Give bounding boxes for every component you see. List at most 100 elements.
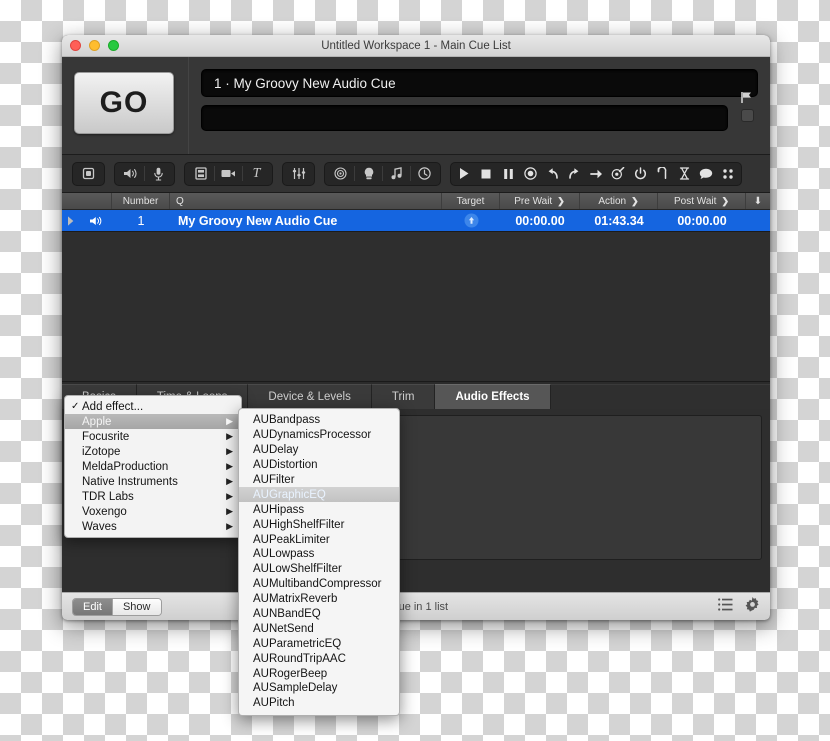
menu-item-aubandpass[interactable]: AUBandpass xyxy=(239,413,399,428)
col-header-number[interactable]: Number xyxy=(112,193,170,209)
row-post-wait: 00:00.00 xyxy=(677,213,727,228)
flag-column xyxy=(736,91,758,122)
row-cue-name: My Groovy New Audio Cue xyxy=(178,213,338,228)
menu-item-auparametriceq[interactable]: AUParametricEQ xyxy=(239,636,399,651)
row-continue xyxy=(746,210,770,231)
col-header-status[interactable] xyxy=(62,193,112,209)
record-button[interactable] xyxy=(519,163,541,185)
undo-button[interactable] xyxy=(541,163,563,185)
header-divider xyxy=(188,57,189,154)
menu-item-aulowpass[interactable]: AULowpass xyxy=(239,547,399,562)
col-header-post-wait-label: Post Wait xyxy=(674,195,717,207)
fade-cue-button[interactable] xyxy=(285,163,312,185)
play-button[interactable] xyxy=(453,163,475,185)
menu-item-add-effect[interactable]: ✓ Add effect... xyxy=(65,399,241,414)
target-cue-button[interactable] xyxy=(327,163,354,185)
menu-item-auhipass[interactable]: AUHipass xyxy=(239,502,399,517)
add-effect-menu[interactable]: ✓ Add effect... Apple ▶ Focusrite ▶ iZot… xyxy=(64,395,242,538)
checkmark-icon: ✓ xyxy=(71,401,80,412)
menu-item-meldaproduction[interactable]: MeldaProduction ▶ xyxy=(65,459,241,474)
cue-list-body[interactable]: 1 My Groovy New Audio Cue 00:00.00 01:43… xyxy=(62,210,770,381)
tab-device-levels[interactable]: Device & Levels xyxy=(248,384,372,409)
grid-button[interactable] xyxy=(717,163,739,185)
list-icon[interactable] xyxy=(718,597,733,616)
loop-button[interactable] xyxy=(651,163,673,185)
menu-item-tdr-labs[interactable]: TDR Labs ▶ xyxy=(65,489,241,504)
menu-item-aumatrixreverb[interactable]: AUMatrixReverb xyxy=(239,592,399,607)
row-pre-wait: 00:00.00 xyxy=(515,213,565,228)
menu-item-native-instruments[interactable]: Native Instruments ▶ xyxy=(65,474,241,489)
tab-audio-effects[interactable]: Audio Effects xyxy=(435,384,551,409)
menu-item-waves[interactable]: Waves ▶ xyxy=(65,519,241,534)
row-target-icon[interactable] xyxy=(442,210,500,231)
submenu-arrow-icon: ▶ xyxy=(226,521,233,531)
menu-item-auhighshelffilter[interactable]: AUHighShelfFilter xyxy=(239,517,399,532)
new-text-cue-button[interactable]: T xyxy=(243,163,270,185)
menu-item-izotope[interactable]: iZotope ▶ xyxy=(65,444,241,459)
col-header-target[interactable]: Target xyxy=(442,193,500,209)
midi-cue-button[interactable] xyxy=(383,163,410,185)
new-video-cue-button[interactable] xyxy=(187,163,214,185)
menu-item-voxengo[interactable]: Voxengo ▶ xyxy=(65,504,241,519)
wait-cue-button[interactable] xyxy=(411,163,438,185)
menu-item-audelay[interactable]: AUDelay xyxy=(239,443,399,458)
new-mic-cue-button[interactable] xyxy=(145,163,172,185)
main-toolbar: T xyxy=(62,155,770,193)
toolbar-group-levels xyxy=(282,161,315,186)
new-camera-cue-button[interactable] xyxy=(215,163,242,185)
flag-toggle-button[interactable] xyxy=(740,108,754,122)
menu-item-focusrite[interactable]: Focusrite ▶ xyxy=(65,429,241,444)
menu-item-aumultibandcompressor[interactable]: AUMultibandCompressor xyxy=(239,577,399,592)
power-button[interactable] xyxy=(629,163,651,185)
menu-item-apple[interactable]: Apple ▶ xyxy=(65,414,241,429)
menu-item-aurogerbeep[interactable]: AURogerBeep xyxy=(239,666,399,681)
stop-button[interactable] xyxy=(475,163,497,185)
new-audio-cue-button[interactable] xyxy=(117,163,144,185)
chevron-right-icon: ❯ xyxy=(557,195,565,206)
menu-item-aulowshelffilter[interactable]: AULowShelfFilter xyxy=(239,562,399,577)
menu-item-augraphiceq[interactable]: AUGraphicEQ xyxy=(239,487,399,503)
goto-button[interactable] xyxy=(585,163,607,185)
edit-show-toggle: Edit Show xyxy=(72,597,162,616)
row-number: 1 xyxy=(137,213,145,228)
edit-button[interactable]: Edit xyxy=(73,598,112,615)
apple-au-submenu[interactable]: AUBandpass AUDynamicsProcessor AUDelay AUDi… xyxy=(238,408,400,716)
speech-bubble-button[interactable] xyxy=(695,163,717,185)
go-button[interactable]: GO xyxy=(74,72,174,134)
tab-trim[interactable]: Trim xyxy=(371,384,436,409)
menu-item-aupeaklimiter[interactable]: AUPeakLimiter xyxy=(239,532,399,547)
menu-item-aufilter[interactable]: AUFilter xyxy=(239,473,399,488)
menu-item-aunetsend[interactable]: AUNetSend xyxy=(239,621,399,636)
menu-item-ausampledelay[interactable]: AUSampleDelay xyxy=(239,681,399,696)
pause-button[interactable] xyxy=(497,163,519,185)
secondary-display-row xyxy=(201,91,758,131)
submenu-arrow-icon: ▶ xyxy=(226,491,233,501)
menu-item-audynamicsprocessor[interactable]: AUDynamicsProcessor xyxy=(239,428,399,443)
cue-list-header: Number Q Target Pre Wait ❯ Action ❯ Post… xyxy=(62,193,770,210)
toolbar-group-new-cue xyxy=(72,161,105,186)
new-cue-button[interactable] xyxy=(75,163,102,185)
col-header-action[interactable]: Action ❯ xyxy=(580,193,658,209)
submenu-arrow-icon: ▶ xyxy=(226,431,233,441)
col-header-post-wait[interactable]: Post Wait ❯ xyxy=(658,193,746,209)
tab-filler xyxy=(550,384,770,409)
gear-icon[interactable] xyxy=(745,596,760,617)
table-row[interactable]: 1 My Groovy New Audio Cue 00:00.00 01:43… xyxy=(62,210,770,232)
light-cue-button[interactable] xyxy=(355,163,382,185)
row-audio-icon xyxy=(80,210,112,231)
menu-item-audistortion[interactable]: AUDistortion xyxy=(239,458,399,473)
load-button[interactable] xyxy=(607,163,629,185)
menu-item-auroundtripaac[interactable]: AURoundTripAAC xyxy=(239,651,399,666)
chevron-right-icon: ❯ xyxy=(631,195,639,206)
menu-item-aupitch[interactable]: AUPitch xyxy=(239,696,399,711)
col-header-q[interactable]: Q xyxy=(170,193,442,209)
show-button[interactable]: Show xyxy=(111,598,161,615)
menu-item-aunbandeq[interactable]: AUNBandEQ xyxy=(239,607,399,622)
col-header-continue[interactable]: ⬇ xyxy=(746,193,770,209)
toolbar-group-visual: T xyxy=(184,161,273,186)
toolbar-group-control xyxy=(324,161,441,186)
menu-item-label: Apple xyxy=(82,415,112,428)
hourglass-button[interactable] xyxy=(673,163,695,185)
col-header-pre-wait[interactable]: Pre Wait ❯ xyxy=(500,193,580,209)
redo-button[interactable] xyxy=(563,163,585,185)
